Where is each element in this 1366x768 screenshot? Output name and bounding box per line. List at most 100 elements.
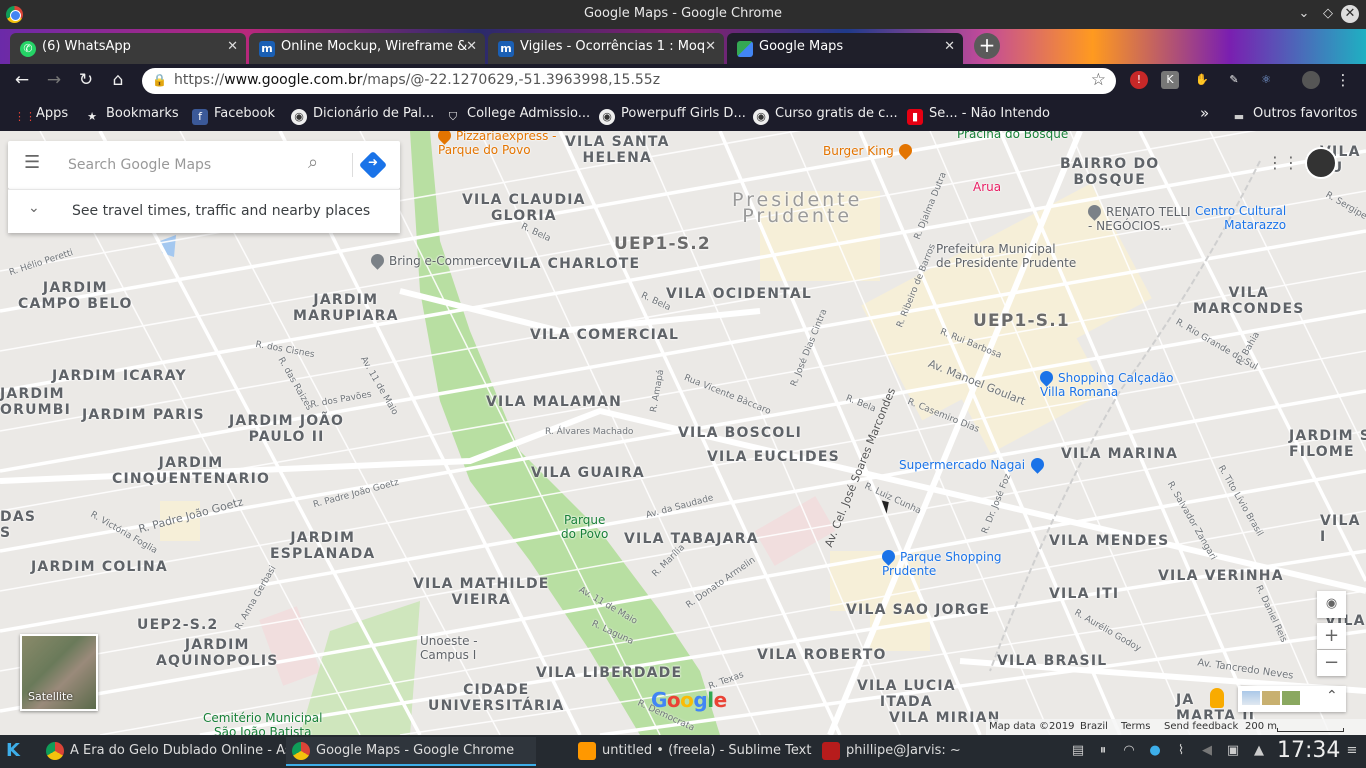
home-icon[interactable]: ⌂ bbox=[106, 70, 130, 92]
tab-whatsapp[interactable]: ✆ (6) WhatsApp ✕ bbox=[10, 33, 246, 64]
area-label: JARDIM AQUINOPOLIS bbox=[156, 637, 279, 669]
tab-google-maps[interactable]: Google Maps ✕ bbox=[727, 33, 963, 64]
bookmark-apps[interactable]: ⋮⋮Apps bbox=[14, 106, 68, 125]
bookmark-college[interactable]: ⛉ College Admissio... bbox=[445, 106, 590, 125]
tab-label: Google Maps bbox=[759, 39, 844, 54]
terms-link[interactable]: Terms bbox=[1121, 721, 1150, 732]
bookmark-label: Apps bbox=[36, 106, 69, 121]
close-tab-icon[interactable]: ✕ bbox=[705, 39, 716, 54]
extension-hand-icon[interactable]: ✋ bbox=[1193, 71, 1211, 89]
poi-unoeste[interactable]: Unoeste - Campus I bbox=[420, 634, 478, 662]
poi-pizzariaexpress[interactable]: Pizzariaexpress - Parque do Povo bbox=[435, 131, 556, 157]
poi-label: Cemitério Municipal São João Batista bbox=[203, 711, 323, 735]
media-pause-icon[interactable]: ⏸ bbox=[1095, 743, 1111, 759]
extension-pen-icon[interactable]: ✎ bbox=[1225, 71, 1243, 89]
close-tab-icon[interactable]: ✕ bbox=[944, 39, 955, 54]
account-avatar[interactable] bbox=[1305, 147, 1337, 179]
menu-icon[interactable]: ≡ bbox=[1344, 743, 1360, 759]
close-window-icon[interactable]: ✕ bbox=[1341, 5, 1359, 23]
bookmark-facebook[interactable]: f Facebook bbox=[192, 106, 275, 125]
reload-icon[interactable]: ↻ bbox=[74, 70, 98, 92]
user-icon[interactable]: ● bbox=[1147, 743, 1163, 759]
tab-moqups-vigiles[interactable]: m Vigiles - Ocorrências 1 : Moq ✕ bbox=[488, 33, 724, 64]
lock-screen-icon[interactable]: ▣ bbox=[1225, 743, 1241, 759]
address-bar[interactable]: 🔒 https://www.google.com.br/maps/@-22.12… bbox=[142, 68, 1116, 94]
poi-centro-cultural[interactable]: Centro Cultural Matarazzo bbox=[1195, 204, 1286, 232]
poi-bring-ecommerce[interactable]: Bring e-Commerce bbox=[368, 251, 501, 270]
layers-panel[interactable]: ⌃ bbox=[1238, 686, 1346, 712]
new-tab-button[interactable]: + bbox=[974, 33, 1000, 59]
directions-icon[interactable] bbox=[358, 150, 388, 180]
area-label: VILA SANTA HELENA bbox=[565, 134, 670, 166]
forward-icon[interactable]: → bbox=[42, 70, 66, 92]
task-label: phillipe@Jarvis: ~ bbox=[846, 743, 961, 758]
my-location-icon[interactable]: ◉ bbox=[1317, 591, 1346, 618]
moqups-icon: m bbox=[259, 41, 275, 57]
clock[interactable]: 17:34 bbox=[1277, 738, 1340, 763]
attachment-icon[interactable]: ⌇ bbox=[1173, 743, 1189, 759]
wifi-icon[interactable]: ◠ bbox=[1121, 743, 1137, 759]
zoom-in-button[interactable]: + bbox=[1317, 623, 1346, 649]
profile-avatar[interactable] bbox=[1302, 71, 1320, 89]
task-terminal[interactable]: phillipe@Jarvis: ~ bbox=[816, 737, 996, 766]
window-title: Google Maps - Google Chrome bbox=[583, 6, 783, 21]
poi-arua[interactable]: Arua bbox=[973, 180, 1001, 194]
bookmark-bookmarks[interactable]: ★ Bookmarks bbox=[84, 106, 179, 125]
tray-expand-icon[interactable]: ▲ bbox=[1251, 743, 1267, 759]
bookmark-star-icon[interactable]: ☆ bbox=[1091, 70, 1106, 90]
bookmark-powerpuff[interactable]: ◉ Powerpuff Girls D... bbox=[599, 106, 746, 125]
poi-label: Supermercado Nagai bbox=[899, 458, 1026, 472]
kde-launcher-icon[interactable]: K bbox=[6, 740, 28, 762]
bookmark-dicionario[interactable]: ◉ Dicionário de Pal... bbox=[291, 106, 434, 125]
extension-react-icon[interactable]: ⚛ bbox=[1257, 71, 1275, 89]
search-icon[interactable]: ⌕ bbox=[308, 152, 318, 173]
bookmark-curso[interactable]: ◉ Curso gratis de c... bbox=[753, 106, 898, 125]
poi-parque-shopping[interactable]: Parque Shopping Prudente bbox=[879, 547, 1002, 578]
country-text[interactable]: Brazil bbox=[1080, 721, 1108, 732]
layer-thumb-icon[interactable] bbox=[1262, 691, 1280, 705]
volume-icon[interactable]: ◀ bbox=[1199, 743, 1215, 759]
map-canvas[interactable]: ☰ ⌕ ⌄ See travel times, traffic and near… bbox=[0, 131, 1366, 735]
tab-label: (6) WhatsApp bbox=[42, 39, 131, 54]
poi-renato-telli[interactable]: RENATO TELLI - NEGÓCIOS... bbox=[1085, 202, 1191, 233]
back-icon[interactable]: ← bbox=[10, 70, 34, 92]
zoom-out-button[interactable]: − bbox=[1317, 650, 1346, 676]
taskbar: K A Era do Gelo Dublado Online - As... G… bbox=[0, 735, 1366, 768]
task-era-do-gelo[interactable]: A Era do Gelo Dublado Online - As... bbox=[40, 737, 286, 766]
bookmark-nao-intendo[interactable]: ▮ Se... - Não Intendo bbox=[907, 106, 1050, 125]
clipboard-icon[interactable]: ▤ bbox=[1070, 743, 1086, 759]
search-input[interactable] bbox=[68, 153, 304, 177]
hamburger-menu-icon[interactable]: ☰ bbox=[24, 154, 44, 172]
area-label: CIDADE UNIVERSITÁRIA bbox=[428, 682, 565, 714]
poi-prefeitura[interactable]: Prefeitura Municipal de Presidente Prude… bbox=[936, 242, 1076, 270]
send-feedback-link[interactable]: Send feedback bbox=[1164, 721, 1238, 732]
task-sublime[interactable]: untitled • (freela) - Sublime Text (... bbox=[572, 737, 812, 766]
extension-adblock-icon[interactable]: ! bbox=[1130, 71, 1148, 89]
menu-kebab-icon[interactable]: ⋮ bbox=[1334, 71, 1352, 89]
minimize-icon[interactable]: ⌄ bbox=[1294, 4, 1314, 24]
bookmark-other-favorites[interactable]: ▬ Outros favoritos bbox=[1231, 106, 1358, 125]
layer-thumb-icon[interactable] bbox=[1282, 691, 1300, 705]
bookmark-label: College Admissio... bbox=[467, 106, 591, 121]
area-label: JARDIM MARUPIARA bbox=[293, 292, 399, 324]
close-tab-icon[interactable]: ✕ bbox=[466, 39, 477, 54]
search-box: ☰ ⌕ bbox=[8, 141, 400, 189]
poi-burger-king[interactable]: Burger King bbox=[823, 141, 917, 160]
layer-thumb-icon[interactable] bbox=[1242, 691, 1260, 705]
pegman-icon[interactable] bbox=[1210, 688, 1224, 708]
poi-shopping-calcadao[interactable]: Shopping Calçadão Villa Romana bbox=[1037, 368, 1174, 399]
satellite-toggle[interactable]: Satellite bbox=[20, 634, 98, 711]
tab-moqups-wireframe[interactable]: m Online Mockup, Wireframe & ✕ bbox=[249, 33, 485, 64]
close-tab-icon[interactable]: ✕ bbox=[227, 39, 238, 54]
expand-layers-icon[interactable]: ⌃ bbox=[1326, 688, 1338, 704]
travel-times-panel[interactable]: ⌄ See travel times, traffic and nearby p… bbox=[8, 189, 400, 233]
poi-parque-do-povo[interactable]: Parque do Povo bbox=[561, 513, 608, 541]
bookmarks-overflow-icon[interactable]: » bbox=[1200, 104, 1209, 122]
maximize-icon[interactable]: ◇ bbox=[1318, 4, 1338, 24]
google-apps-grid-icon[interactable]: ⋮⋮⋮ bbox=[1267, 154, 1315, 172]
poi-supermercado-nagai[interactable]: Supermercado Nagai bbox=[899, 455, 1049, 474]
task-google-maps[interactable]: Google Maps - Google Chrome bbox=[286, 737, 536, 766]
poi-pracinha-bosque[interactable]: Praciña do Bosque bbox=[957, 131, 1068, 141]
poi-cemiterio[interactable]: Cemitério Municipal São João Batista bbox=[203, 711, 322, 735]
extension-k-icon[interactable]: K bbox=[1161, 71, 1179, 89]
